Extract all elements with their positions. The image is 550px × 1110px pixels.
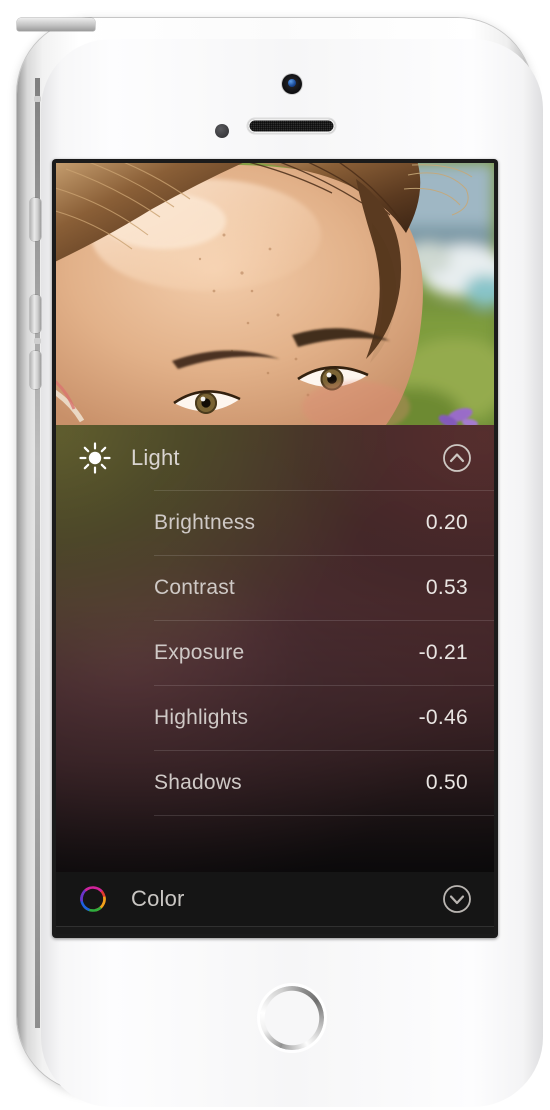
volume-up-button[interactable]: [30, 295, 41, 333]
earpiece-speaker-icon: [248, 119, 335, 133]
adjustment-label: Highlights: [154, 705, 249, 729]
front-camera-icon: [282, 74, 302, 94]
adjustment-value: 0.20: [425, 510, 468, 534]
antenna-notch-mid-left: [34, 338, 41, 344]
adjustment-row-shadows[interactable]: Shadows 0.50: [56, 750, 494, 815]
mute-switch[interactable]: [30, 198, 41, 241]
section-label-light: Light: [131, 444, 180, 470]
adjustment-value: -0.46: [418, 705, 468, 729]
section-header-color[interactable]: Color: [56, 872, 494, 926]
adjustment-row-brightness[interactable]: Brightness 0.20: [56, 490, 494, 555]
separator: [154, 815, 494, 816]
adjustment-label: Shadows: [154, 770, 242, 794]
adjustment-label: Exposure: [154, 640, 245, 664]
phone-screen: Light Brightness 0.20 Contrast 0.53 Expo…: [56, 163, 494, 934]
screenshot-stage: Light Brightness 0.20 Contrast 0.53 Expo…: [0, 0, 550, 1110]
adjustment-label: Contrast: [154, 575, 235, 599]
editor-toolbar: Cancel: [56, 926, 494, 934]
chevron-up-circle-icon[interactable]: [442, 443, 472, 473]
antenna-notch-top-left: [34, 96, 41, 102]
photo-preview[interactable]: [56, 163, 494, 425]
adjustment-label: Brightness: [154, 510, 256, 534]
sun-icon: [78, 441, 112, 475]
adjustment-value: 0.53: [425, 575, 468, 599]
color-wheel-icon: [78, 884, 108, 914]
home-button[interactable]: [260, 986, 324, 1050]
section-header-light[interactable]: Light: [56, 425, 494, 490]
light-adjustments-panel: Light Brightness 0.20 Contrast 0.53 Expo…: [56, 425, 494, 872]
adjustment-row-highlights[interactable]: Highlights -0.46: [56, 685, 494, 750]
chevron-down-circle-icon[interactable]: [442, 884, 472, 914]
power-button[interactable]: [17, 18, 95, 31]
section-label-color: Color: [131, 886, 185, 911]
home-button-ring-icon: [260, 986, 324, 1050]
portrait-photo: [56, 163, 494, 425]
adjustment-value: 0.50: [425, 770, 468, 794]
volume-down-button[interactable]: [30, 351, 41, 389]
adjustment-row-contrast[interactable]: Contrast 0.53: [56, 555, 494, 620]
adjustment-value: -0.21: [418, 640, 468, 664]
adjustment-row-exposure[interactable]: Exposure -0.21: [56, 620, 494, 685]
proximity-sensor-icon: [215, 124, 229, 138]
